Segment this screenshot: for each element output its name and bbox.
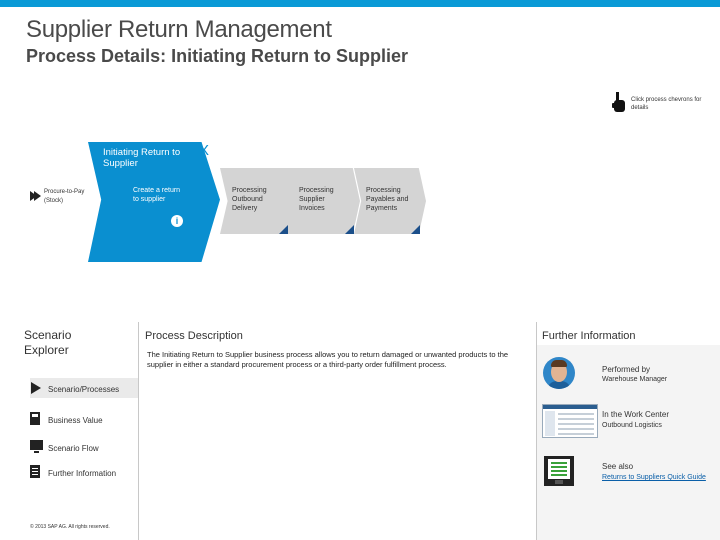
step-label: Processing Payables and Payments [366, 187, 409, 212]
copyright-text: © 2013 SAP AG. All rights reserved. [30, 524, 110, 530]
step-label: Processing Supplier Invoices [299, 187, 334, 212]
page-title: Supplier Return Management [26, 16, 332, 43]
performed-by-value: Warehouse Manager [602, 376, 668, 383]
monitor-icon [30, 440, 43, 453]
top-accent-bar [0, 0, 720, 7]
page-subtitle: Process Details: Initiating Return to Su… [26, 46, 409, 66]
work-center-label: In the Work Center [602, 410, 669, 419]
nav-item-scenario-flow[interactable]: Scenario Flow [48, 444, 99, 453]
avatar [543, 357, 575, 389]
active-step-label: Create a return to supplier [133, 187, 181, 203]
process-description-text: The Initiating Return to Supplier busine… [147, 350, 509, 369]
step-label: Processing Outbound Delivery [232, 187, 267, 212]
hand-pointer-icon [612, 92, 625, 112]
close-icon[interactable]: X [199, 142, 209, 159]
guide-document-icon [544, 456, 574, 486]
process-icon [31, 382, 41, 394]
double-arrow-icon-part [34, 191, 41, 201]
work-center-screenshot [542, 404, 598, 438]
further-information-title: Further Information [542, 330, 636, 342]
hint-text: Click process chevrons for details [631, 97, 702, 111]
corner-marker [411, 225, 420, 234]
work-center-value: Outbound Logistics [602, 422, 662, 429]
nav-item-scenario-processes[interactable]: Scenario/Processes [48, 385, 119, 394]
calculator-icon [30, 412, 40, 425]
nav-item-further-information[interactable]: Further Information [48, 469, 116, 478]
corner-marker [279, 225, 288, 234]
process-flow-title: Initiating Return to Supplier [103, 147, 181, 169]
corner-marker [345, 225, 354, 234]
process-description-title: Process Description [145, 330, 243, 342]
divider [138, 322, 139, 540]
see-also-label: See also [602, 462, 634, 471]
performed-by-label: Performed by [602, 365, 651, 374]
predecessor-label: Procure-to-Pay (Stock) [44, 189, 85, 204]
nav-item-business-value[interactable]: Business Value [48, 416, 103, 425]
scenario-explorer-title: Scenario Explorer [24, 328, 72, 357]
info-icon[interactable]: i [171, 215, 183, 227]
document-icon [30, 465, 40, 478]
quick-guide-link[interactable]: Returns to Suppliers Quick Guide [602, 473, 712, 483]
